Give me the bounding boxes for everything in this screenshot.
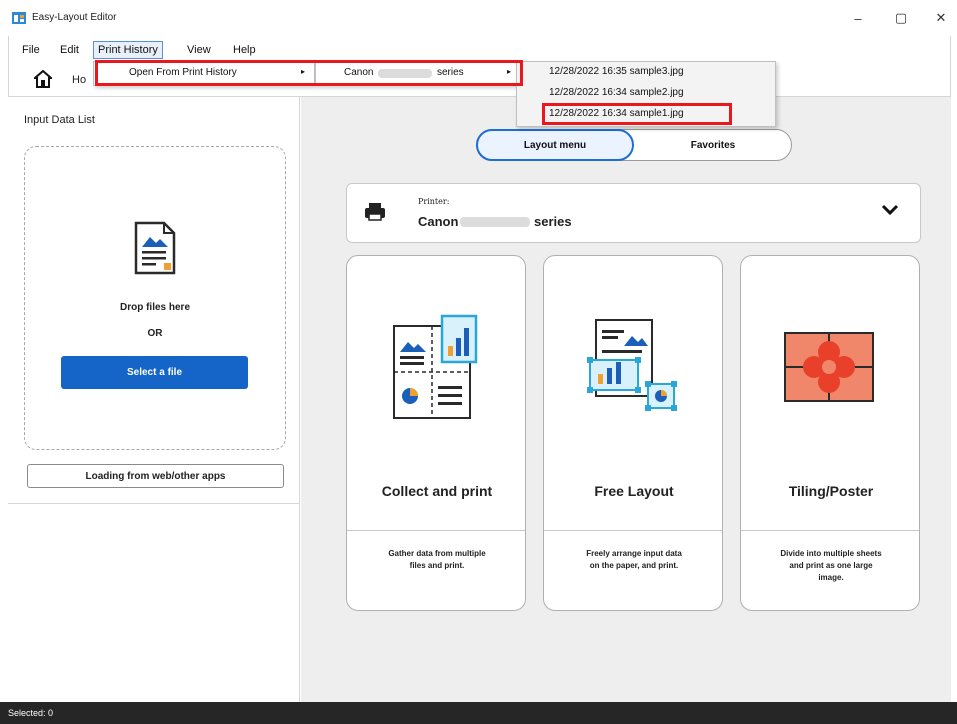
highlight-outline (542, 103, 732, 125)
menu-help[interactable]: Help (233, 44, 256, 56)
close-button[interactable]: ✕ (929, 8, 953, 28)
card-free-layout[interactable]: Free Layout Freely arrange input data on… (543, 255, 723, 611)
toolbar-divider (8, 96, 951, 97)
title-bar (0, 0, 957, 36)
card-tiling-poster[interactable]: Tiling/Poster Divide into multiple sheet… (740, 255, 920, 611)
card-description-line: Freely arrange input data (586, 549, 682, 558)
loading-from-web-button[interactable]: Loading from web/other apps (27, 464, 284, 488)
card-description-line: on the paper, and print. (589, 561, 679, 570)
card-divider (544, 530, 722, 531)
tab-layout-menu[interactable]: Layout menu (476, 129, 634, 161)
card-description-line: Gather data from multiple (388, 549, 486, 558)
drop-files-text: Drop files here (119, 302, 191, 313)
card-title: Collect and print (381, 483, 493, 499)
history-item[interactable]: 12/28/2022 16:34 sample2.jpg (549, 87, 684, 98)
minimize-button[interactable]: – (846, 8, 870, 28)
card-description-line: and print as one large (789, 561, 873, 570)
status-bar (0, 702, 957, 724)
maximize-button[interactable]: ▢ (889, 8, 913, 28)
printer-model-redacted (460, 217, 530, 227)
card-divider (347, 530, 525, 531)
document-icon (134, 221, 176, 275)
menu-view[interactable]: View (187, 44, 211, 56)
menu-print-history[interactable]: Print History (93, 41, 163, 59)
card-description-line: Divide into multiple sheets (780, 549, 882, 558)
highlight-outline (95, 60, 523, 86)
select-file-button[interactable]: Select a file (61, 356, 248, 389)
card-title: Tiling/Poster (788, 483, 874, 499)
drop-zone[interactable] (24, 146, 286, 450)
printer-label: Printer: (418, 197, 450, 206)
or-text: OR (147, 328, 163, 339)
left-panel-divider (8, 503, 300, 504)
input-data-list-title: Input Data List (24, 114, 95, 126)
home-icon[interactable] (34, 70, 52, 88)
card-description-line: image. (818, 573, 844, 582)
history-item[interactable]: 12/28/2022 16:35 sample3.jpg (549, 66, 684, 77)
chevron-down-icon[interactable] (880, 202, 900, 218)
tiling-poster-icon (784, 332, 874, 402)
window-title: Easy-Layout Editor (32, 12, 117, 23)
card-collect-and-print[interactable]: Collect and print Gather data from multi… (346, 255, 526, 611)
printer-series: series (534, 214, 572, 229)
tab-favorites[interactable]: Favorites (634, 129, 792, 161)
printer-name: Canon (418, 214, 459, 229)
app-icon (12, 12, 26, 24)
menu-file[interactable]: File (22, 44, 40, 56)
home-label[interactable]: Ho (72, 74, 86, 86)
card-description-line: files and print. (409, 561, 465, 570)
printer-selector[interactable] (346, 183, 921, 243)
status-text: Selected: 0 (8, 708, 54, 718)
printer-icon (365, 203, 385, 221)
card-divider (741, 530, 919, 531)
free-layout-icon (587, 319, 677, 411)
collect-and-print-icon (393, 314, 478, 419)
menu-edit[interactable]: Edit (60, 44, 79, 56)
card-title: Free Layout (594, 483, 674, 499)
